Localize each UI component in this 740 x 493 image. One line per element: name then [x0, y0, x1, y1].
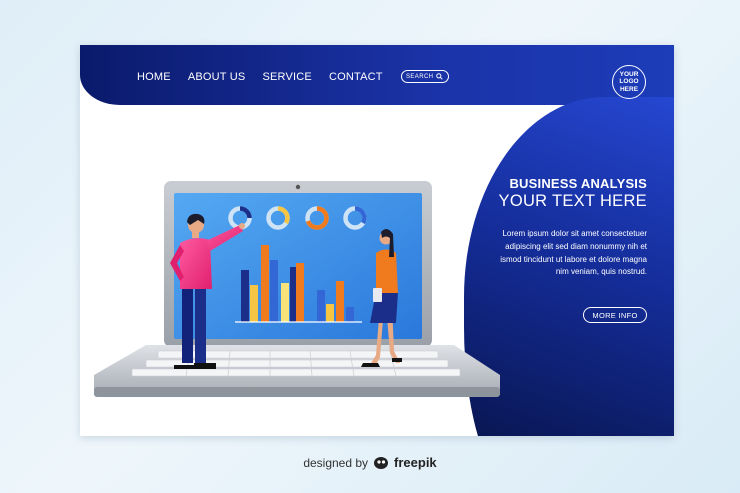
- bar: [261, 245, 269, 322]
- freepik-logo-icon: [374, 456, 389, 469]
- bar: [296, 263, 304, 322]
- bar: [336, 281, 344, 322]
- bar: [270, 260, 278, 322]
- camera-dot: [295, 184, 301, 190]
- laptop-front-edge: [94, 387, 500, 397]
- bar: [317, 290, 325, 322]
- credit-brand[interactable]: freepik: [394, 455, 437, 470]
- laptop-illustration: [94, 181, 500, 397]
- bar: [241, 270, 249, 322]
- credit-line: designed by freepik: [0, 455, 740, 470]
- bar: [326, 304, 334, 322]
- landing-page-card: HOME ABOUT US SERVICE CONTACT SEARCH YOU…: [80, 45, 674, 436]
- keyboard: [131, 350, 461, 377]
- bar: [346, 307, 354, 322]
- bar: [250, 285, 258, 322]
- credit-prefix: designed by: [303, 455, 369, 470]
- bar: [281, 283, 289, 322]
